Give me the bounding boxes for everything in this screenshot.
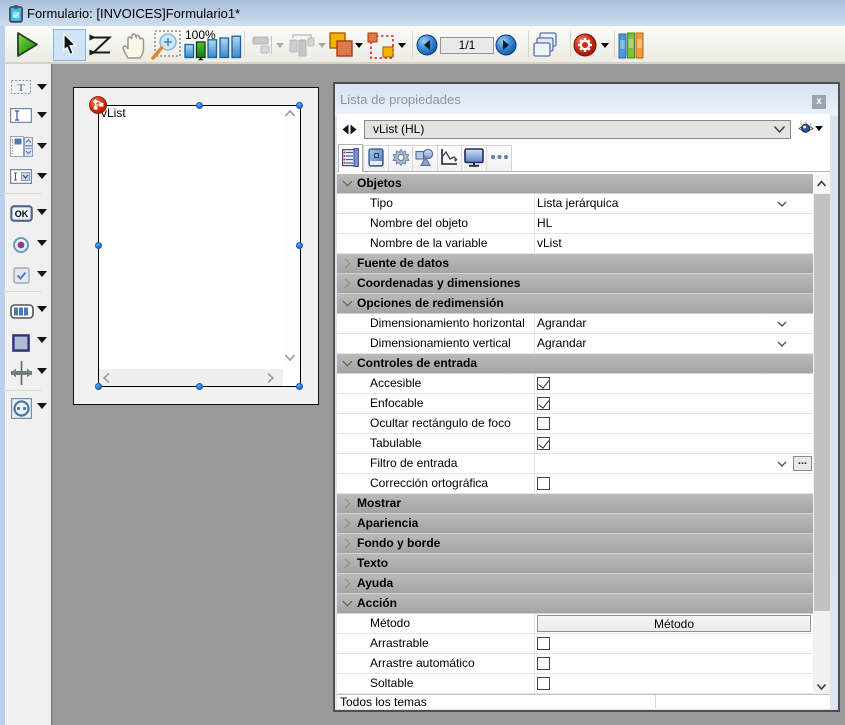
svg-text:OK: OK (15, 209, 29, 219)
svg-text:T: T (17, 82, 25, 94)
